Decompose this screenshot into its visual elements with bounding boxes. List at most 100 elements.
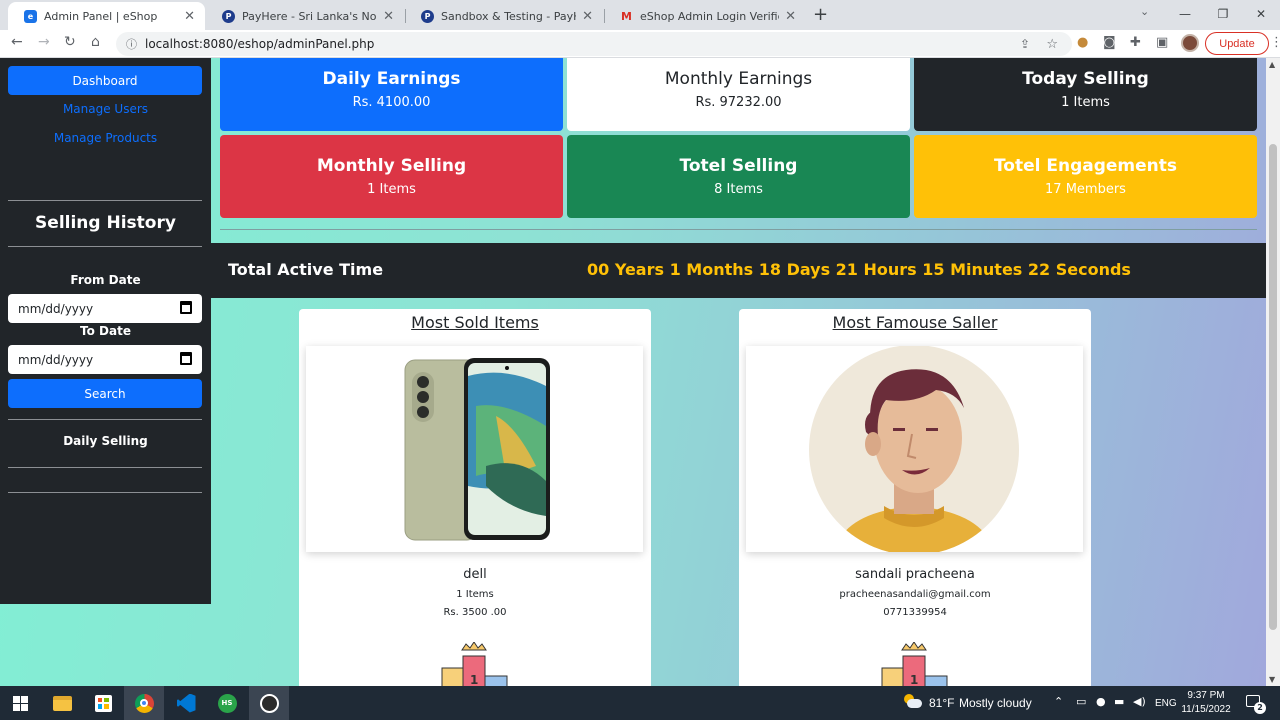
stat-value: 1 Items — [367, 182, 416, 197]
close-icon[interactable]: ✕ — [582, 9, 593, 24]
stat-title: Monthly Selling — [316, 156, 467, 176]
cookie-extension-icon[interactable]: ● — [1077, 35, 1088, 50]
show-hidden-icons-chevron-icon[interactable]: ⌃ — [1054, 695, 1063, 708]
update-button[interactable]: Update — [1205, 32, 1269, 55]
profile-avatar[interactable] — [1181, 34, 1199, 52]
battery-icon[interactable]: ▬ — [1114, 695, 1124, 708]
window-close-icon[interactable]: ✕ — [1242, 0, 1280, 30]
microphone-icon[interactable]: ● — [1096, 695, 1106, 708]
browser-tab-gmail[interactable]: M eShop Admin Login Verification C ✕ — [604, 2, 806, 30]
payhere-icon: P — [222, 9, 235, 23]
forward-arrow-icon[interactable]: → — [38, 34, 50, 50]
dashboard-button[interactable]: Dashboard — [8, 66, 202, 95]
stat-card-monthly-earnings: Monthly Earnings Rs. 97232.00 — [567, 58, 910, 131]
taskbar-vscode[interactable] — [166, 686, 206, 720]
manage-products-link[interactable]: Manage Products — [0, 131, 211, 145]
smartphone-icon — [404, 358, 550, 541]
product-quantity: 1 Items — [456, 589, 494, 600]
most-famous-seller-panel: Most Famouse Saller sandali pracheena pr… — [739, 309, 1091, 686]
stat-title: Totel Engagements — [993, 156, 1178, 176]
tab-title: eShop Admin Login Verification C — [640, 9, 779, 23]
search-button[interactable]: Search — [8, 379, 202, 408]
weather-description[interactable]: Mostly cloudy — [959, 686, 1032, 720]
tab-title: Sandbox & Testing - PayHere - K — [441, 9, 576, 23]
notification-count-badge: 2 — [1254, 702, 1266, 714]
sidebar-divider — [8, 246, 202, 247]
browser-tab-bar: e Admin Panel | eShop ✕ P PayHere - Sri … — [0, 0, 1280, 30]
clock-time: 9:37 PM — [1187, 690, 1225, 701]
svg-text:1: 1 — [470, 673, 478, 686]
product-name: dell — [463, 567, 487, 582]
close-icon[interactable]: ✕ — [785, 9, 796, 24]
stat-value: 17 Members — [1045, 182, 1126, 197]
meet-now-icon[interactable]: ▭ — [1076, 695, 1086, 708]
input-language[interactable]: ENG — [1155, 686, 1177, 720]
from-date-input[interactable]: mm/dd/yyyy — [8, 294, 202, 323]
tab-search-chevron-icon[interactable]: ⌄ — [1140, 5, 1149, 18]
calendar-icon[interactable] — [180, 301, 192, 314]
user-avatar-icon — [809, 345, 1019, 555]
page-content: Dashboard Manage Users Manage Products S… — [0, 58, 1266, 686]
to-date-input[interactable]: mm/dd/yyyy — [8, 345, 202, 374]
extensions-puzzle-icon[interactable]: ✚ — [1130, 35, 1141, 50]
page-scrollbar[interactable]: ▲ ▼ — [1266, 58, 1280, 686]
stat-value: 8 Items — [714, 182, 763, 197]
start-button[interactable] — [0, 686, 40, 720]
site-info-icon[interactable]: ⓘ — [126, 36, 137, 52]
stat-card-monthly-selling: Monthly Selling 1 Items — [220, 135, 563, 218]
taskbar-file-explorer[interactable] — [42, 686, 82, 720]
taskbar-hs-app[interactable]: HS — [207, 686, 247, 720]
stat-title: Totel Selling — [679, 156, 798, 176]
taskbar-store[interactable] — [83, 686, 123, 720]
active-time-bar: Total Active Time 00 Years 1 Months 18 D… — [211, 243, 1266, 298]
sidebar-divider — [8, 419, 202, 420]
taskbar-chrome[interactable] — [124, 686, 164, 720]
manage-users-link[interactable]: Manage Users — [0, 102, 211, 116]
scroll-up-icon[interactable]: ▲ — [1269, 60, 1275, 69]
gmail-icon: M — [621, 9, 632, 23]
podium-trophy-icon: 1 — [440, 641, 510, 686]
obs-icon — [259, 693, 279, 713]
camera-extension-icon[interactable]: ◙ — [1103, 35, 1116, 50]
side-panel-icon[interactable]: ▣ — [1156, 35, 1168, 50]
chrome-icon — [134, 693, 154, 713]
to-date-placeholder: mm/dd/yyyy — [18, 352, 94, 367]
close-icon[interactable]: ✕ — [184, 9, 195, 24]
taskbar-obs[interactable] — [249, 686, 289, 720]
new-tab-plus-icon[interactable]: + — [813, 4, 828, 25]
sidebar-divider — [8, 200, 202, 201]
to-date-label: To Date — [80, 324, 131, 338]
scrollbar-thumb[interactable] — [1269, 144, 1277, 630]
browser-tab-payhere[interactable]: P PayHere - Sri Lanka's No.1 Onlin ✕ — [206, 2, 404, 30]
scroll-down-icon[interactable]: ▼ — [1269, 675, 1275, 684]
folder-icon — [52, 695, 72, 711]
home-icon[interactable]: ⌂ — [91, 34, 100, 50]
browser-tab-admin-panel[interactable]: e Admin Panel | eShop ✕ — [8, 2, 205, 30]
weather-temperature[interactable]: 81°F — [929, 686, 954, 720]
weather-cloud-icon[interactable] — [902, 694, 922, 708]
bookmark-star-icon[interactable]: ☆ — [1046, 37, 1058, 52]
browser-tab-sandbox[interactable]: P Sandbox & Testing - PayHere - K ✕ — [405, 2, 603, 30]
share-icon[interactable]: ⇪ — [1020, 37, 1030, 51]
selling-history-title: Selling History — [35, 213, 176, 233]
sidebar-divider — [8, 492, 202, 493]
tab-title: Admin Panel | eShop — [44, 9, 158, 23]
reload-icon[interactable]: ↻ — [64, 34, 76, 50]
stat-title: Monthly Earnings — [664, 69, 813, 89]
maximize-icon[interactable]: ❐ — [1204, 0, 1242, 30]
calendar-icon[interactable] — [180, 352, 192, 365]
stat-title: Today Selling — [1022, 69, 1149, 89]
seller-email: pracheenasandali@gmail.com — [839, 589, 991, 600]
daily-selling-label: Daily Selling — [63, 434, 148, 448]
windows-logo-icon — [12, 695, 28, 711]
close-icon[interactable]: ✕ — [383, 9, 394, 24]
system-clock[interactable]: 9:37 PM 11/15/2022 — [1180, 689, 1232, 717]
hs-app-icon: HS — [217, 693, 237, 713]
speaker-volume-icon[interactable]: ◀) — [1133, 695, 1146, 708]
window-controls: — ❐ ✕ — [1166, 0, 1280, 30]
back-arrow-icon[interactable]: ← — [11, 34, 23, 50]
address-bar[interactable]: ⓘ localhost:8080/eshop/adminPanel.php ⇪ … — [116, 32, 1072, 56]
more-menu-icon[interactable]: ⋮ — [1270, 35, 1280, 50]
payhere-icon: P — [421, 9, 434, 23]
minimize-icon[interactable]: — — [1166, 0, 1204, 30]
